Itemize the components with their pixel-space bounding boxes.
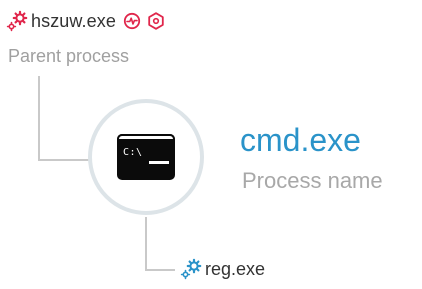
parent-process-row[interactable]: hszuw.exe	[6, 7, 165, 35]
console-cursor	[149, 161, 169, 164]
parent-process-name[interactable]: hszuw.exe	[31, 11, 116, 32]
console-icon: C:\	[117, 134, 175, 180]
connector-line-horizontal-parent	[38, 159, 90, 161]
console-prompt: C:\	[123, 147, 143, 158]
console-titlebar	[117, 134, 175, 141]
parent-process-label: Parent process	[8, 46, 130, 66]
activity-circle-icon[interactable]	[123, 12, 141, 30]
hexagon-alert-icon[interactable]	[147, 12, 165, 30]
process-name-label: Process name	[242, 168, 383, 193]
process-node-circle[interactable]: C:\	[88, 99, 204, 215]
connector-line-horizontal-child	[145, 269, 175, 271]
child-process-name[interactable]: reg.exe	[205, 259, 265, 280]
process-name[interactable]: cmd.exe	[240, 122, 361, 159]
child-gears-icon	[180, 258, 202, 280]
connector-line-vertical-parent	[38, 76, 40, 160]
child-process-row[interactable]: reg.exe	[180, 257, 265, 281]
parent-gears-icon	[6, 10, 28, 32]
connector-line-vertical-child	[145, 217, 147, 271]
